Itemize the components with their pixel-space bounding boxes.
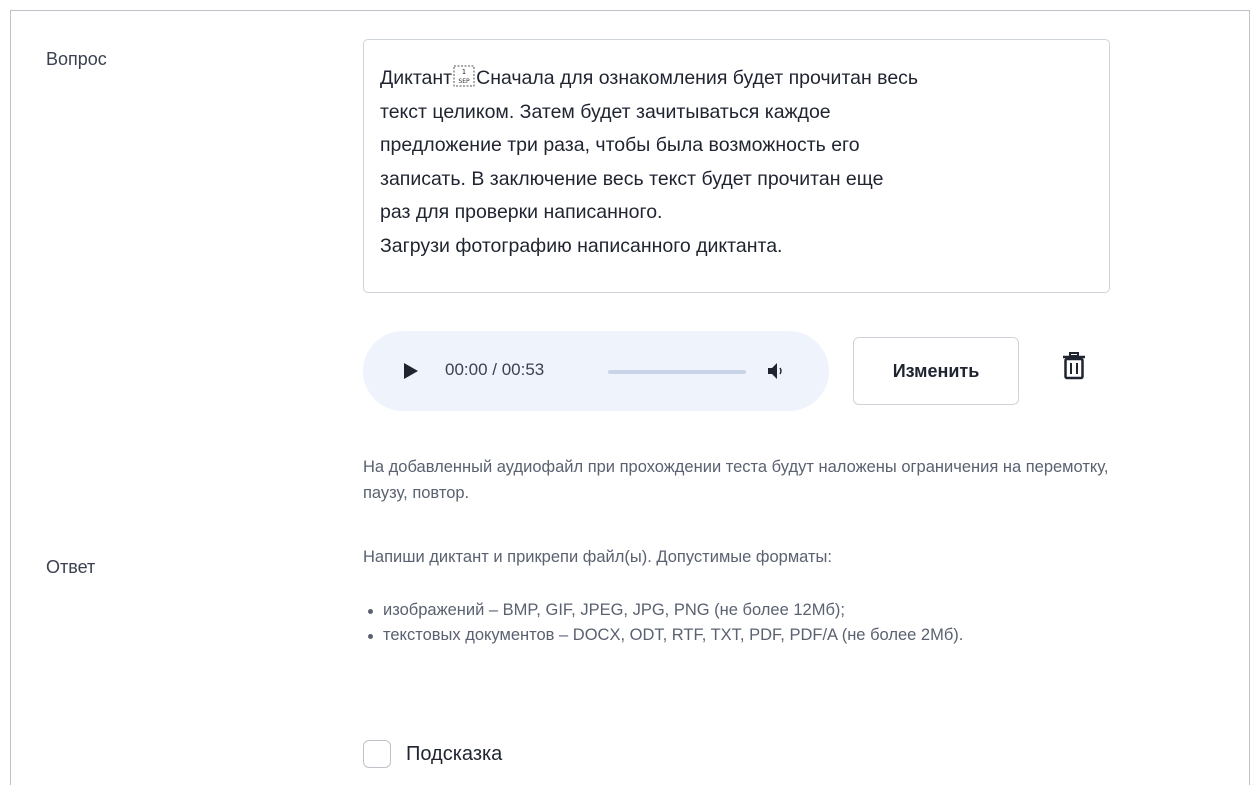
- answer-instructions: Напиши диктант и прикрепи файл(ы). Допус…: [363, 548, 832, 566]
- question-line: текст целиком. Затем будет зачитываться …: [380, 100, 831, 123]
- question-line: раз для проверки написанного.: [380, 201, 663, 223]
- question-text-box[interactable]: Диктант 1 SEP Сначала для ознакомления б…: [363, 39, 1110, 293]
- play-icon[interactable]: [403, 362, 419, 380]
- question-line: Диктант 1 SEP Сначала для ознакомления б…: [380, 65, 919, 89]
- format-item-documents: текстовых документов – DOCX, ODT, RTF, T…: [363, 623, 1063, 648]
- change-audio-button[interactable]: Изменить: [853, 337, 1019, 405]
- hint-checkbox[interactable]: [363, 740, 391, 768]
- audio-player: 00:00 / 00:53: [363, 331, 829, 411]
- svg-text:1: 1: [462, 68, 466, 76]
- hint-checkbox-label: Подсказка: [406, 742, 503, 765]
- allowed-formats-list: изображений – BMP, GIF, JPEG, JPG, PNG (…: [363, 598, 1063, 648]
- separator-glyph-icon: 1 SEP: [453, 65, 475, 87]
- answer-label: Ответ: [46, 557, 96, 577]
- question-line: записать. В заключение весь текст будет …: [380, 167, 884, 190]
- question-label: Вопрос: [46, 49, 107, 69]
- hint-checkbox-row[interactable]: Подсказка: [363, 738, 502, 770]
- audio-restriction-note: На добавленный аудиофайл при прохождении…: [363, 458, 1109, 502]
- trash-icon[interactable]: [1062, 352, 1086, 380]
- volume-icon[interactable]: [766, 360, 788, 382]
- format-item-images: изображений – BMP, GIF, JPEG, JPG, PNG (…: [363, 598, 1063, 623]
- svg-text:SEP: SEP: [459, 78, 471, 85]
- audio-progress-bar[interactable]: [608, 370, 746, 374]
- question-line: Загрузи фотографию написанного диктанта.: [380, 234, 783, 257]
- audio-time: 00:00 / 00:53: [445, 360, 545, 379]
- question-line: предложение три раза, чтобы была возможн…: [380, 134, 860, 156]
